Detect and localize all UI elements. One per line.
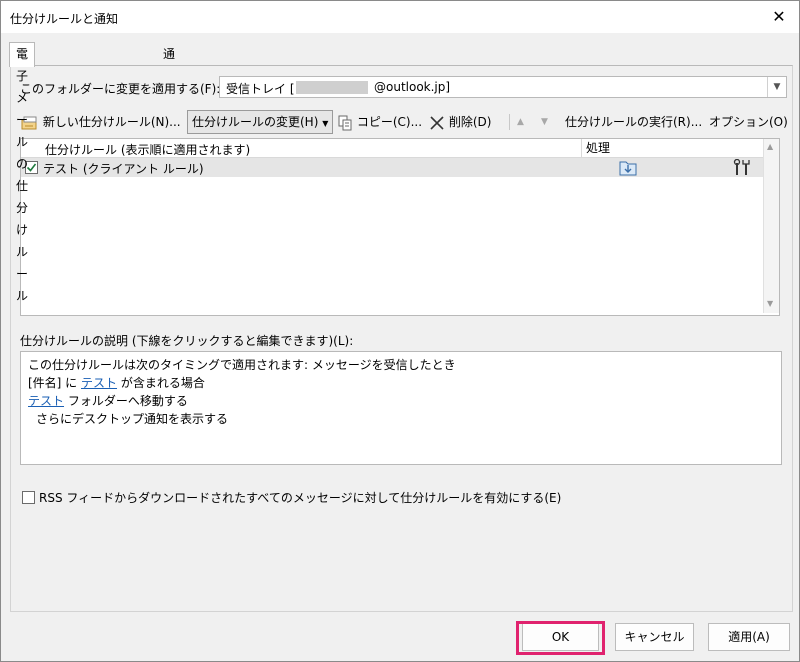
run-rules-button[interactable]: 仕分けルールの実行(R)... (565, 110, 702, 134)
copy-rule-button[interactable]: コピー(C)... (337, 110, 422, 134)
description-action-alert: さらにデスクトップ通知を表示する (36, 412, 229, 426)
rules-list-header: 仕分けルール (表示順に適用されます) 処理 (21, 139, 766, 158)
redacted-email-block (296, 81, 368, 94)
scroll-up-icon[interactable]: ▲ (767, 142, 773, 151)
close-icon[interactable]: ✕ (769, 7, 789, 27)
folder-value-suffix: @outlook.jp] (374, 80, 451, 94)
toolbar-separator (509, 114, 510, 130)
copy-icon (338, 115, 352, 130)
folder-label: このフォルダーに変更を適用する(F): (20, 82, 221, 96)
rules-list-scrollbar[interactable]: ▲ ▼ (763, 139, 779, 313)
title-bar: 仕分けルールと通知 ✕ (1, 1, 799, 33)
description-label: 仕分けルールの説明 (下線をクリックすると編集できます)(L): (20, 334, 354, 348)
rule-name: テスト (クライアント ルール) (43, 162, 204, 176)
window-title: 仕分けルールと通知 (10, 12, 119, 26)
move-up-icon[interactable]: ▲ (517, 110, 524, 134)
target-folder-link[interactable]: テスト (28, 394, 64, 408)
folder-select[interactable]: 受信トレイ [ @outlook.jp] ▼ (219, 76, 787, 98)
column-header-rule[interactable]: 仕分けルール (表示順に適用されます) (45, 141, 250, 158)
rule-row[interactable]: テスト (クライアント ルール) (21, 158, 763, 177)
cancel-button[interactable]: キャンセル (615, 623, 694, 651)
delete-rule-button[interactable]: 削除(D) (429, 110, 491, 134)
rules-toolbar: 新しい仕分けルール(N)... 仕分けルールの変更(H) ▼ コピー(C)... (19, 110, 789, 134)
dropdown-arrow-icon: ▼ (322, 119, 329, 128)
folder-value-prefix: 受信トレイ [ (226, 82, 295, 96)
move-down-icon[interactable]: ▼ (541, 110, 548, 134)
delete-rule-label: 削除(D) (448, 115, 492, 129)
move-to-folder-icon (619, 161, 637, 176)
email-rules-panel: このフォルダーに変更を適用する(F): 受信トレイ [ @outlook.jp]… (10, 65, 793, 612)
column-header-action[interactable]: 処理 (581, 139, 610, 157)
move-text: フォルダーへ移動する (64, 394, 188, 408)
copy-rule-label: コピー(C)... (356, 115, 423, 129)
tab-email-rules[interactable]: 電子メールの仕分けルール (9, 42, 36, 303)
rules-dialog: 仕分けルールと通知 ✕ 電子メールの仕分けルール 通知の管理 このフォルダーに変… (0, 0, 800, 662)
new-rule-label: 新しい仕分けルール(N)... (42, 115, 181, 129)
tab-manage-alerts[interactable]: 通知の管理 (157, 43, 181, 149)
options-button[interactable]: オプション(O) (709, 110, 788, 134)
new-rule-button[interactable]: 新しい仕分けルール(N)... (21, 110, 181, 134)
subject-keyword-link[interactable]: テスト (81, 376, 117, 390)
scroll-down-icon[interactable]: ▼ (767, 299, 773, 308)
apply-button[interactable]: 適用(A) (708, 623, 790, 651)
rss-rules-checkbox[interactable] (22, 491, 35, 504)
chevron-down-icon[interactable]: ▼ (767, 77, 786, 97)
description-condition-subject: [件名] に テスト が含まれる場合 (28, 374, 205, 391)
rule-description-box: この仕分けルールは次のタイミングで適用されます: メッセージを受信したとき [件… (20, 351, 782, 465)
subject-text: [件名] に (28, 376, 81, 390)
delete-x-icon (430, 115, 444, 130)
ok-button-highlight (516, 621, 605, 655)
rules-list: 仕分けルール (表示順に適用されます) 処理 テスト (クライアント ルール) (20, 138, 780, 316)
description-action-move: テスト フォルダーへ移動する (28, 392, 188, 409)
client-rule-tools-icon (733, 159, 750, 175)
change-rule-button[interactable]: 仕分けルールの変更(H) ▼ (187, 110, 334, 134)
change-rule-label: 仕分けルールの変更(H) (192, 115, 319, 129)
rss-rules-label[interactable]: RSS フィードからダウンロードされたすべてのメッセージに対して仕分けルールを有… (39, 489, 561, 506)
description-condition-timing: この仕分けルールは次のタイミングで適用されます: メッセージを受信したとき (28, 358, 456, 372)
contains-text: が含まれる場合 (117, 376, 205, 390)
